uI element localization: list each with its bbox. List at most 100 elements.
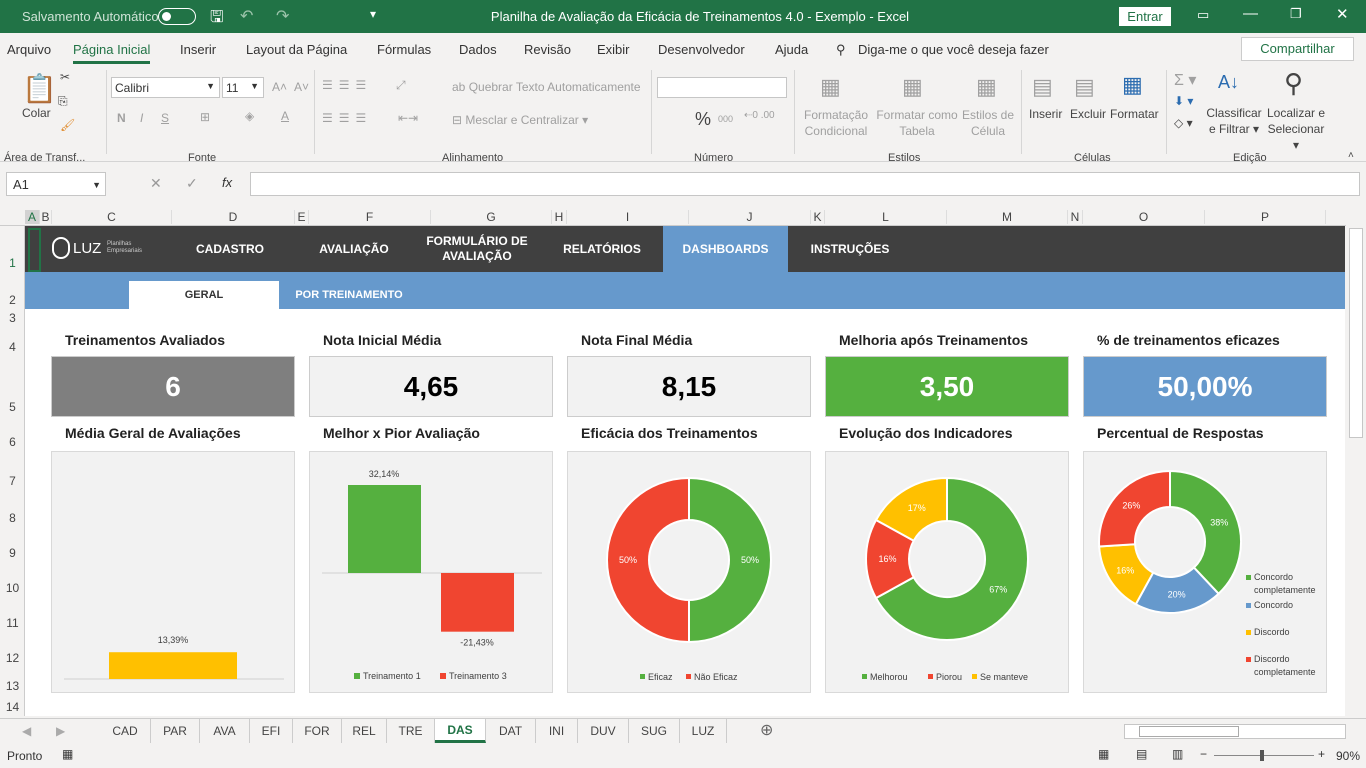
sheet-tab-for[interactable]: FOR xyxy=(293,719,342,743)
clear-icon[interactable]: ◇ ▾ xyxy=(1174,116,1193,130)
find-select-button[interactable]: Localizar e Selecionar ▾ xyxy=(1264,105,1328,153)
tab-dados[interactable]: Dados xyxy=(459,42,497,57)
collapse-ribbon-icon[interactable]: ˄ xyxy=(1348,150,1354,161)
autosave-toggle[interactable] xyxy=(158,8,196,25)
delete-cells-button[interactable]: Excluir xyxy=(1070,107,1106,121)
conditional-format-icon[interactable]: ▦ xyxy=(820,74,841,100)
enter-icon[interactable]: ✓ xyxy=(186,175,198,192)
share-button[interactable]: Compartilhar xyxy=(1241,37,1354,61)
tab-formulas[interactable]: Fórmulas xyxy=(377,42,431,57)
row-header[interactable]: 11 xyxy=(0,616,25,630)
horizontal-scrollbar[interactable] xyxy=(1124,724,1346,739)
sheet-tab-ava[interactable]: AVA xyxy=(200,719,250,743)
name-box[interactable]: A1 ▼ xyxy=(6,172,106,196)
delete-cells-icon[interactable]: ▤ xyxy=(1074,74,1095,100)
vertical-scrollbar[interactable] xyxy=(1347,208,1366,716)
indent-icons[interactable]: ⇤⇥ xyxy=(398,111,418,125)
row-header[interactable]: 6 xyxy=(0,435,25,449)
wrap-text-button[interactable]: ab Quebrar Texto Automaticamente xyxy=(452,80,641,94)
row-header[interactable]: 8 xyxy=(0,511,25,525)
sheet-tab-cad[interactable]: CAD xyxy=(100,719,151,743)
column-header[interactable]: B xyxy=(40,210,52,224)
sheet-tab-par[interactable]: PAR xyxy=(151,719,200,743)
nav-dashboards[interactable]: DASHBOARDS xyxy=(663,226,788,272)
nav-cadastro[interactable]: CADASTRO xyxy=(175,226,285,272)
new-sheet-button[interactable]: ⊕ xyxy=(760,720,773,740)
row-header[interactable]: 7 xyxy=(0,474,25,488)
restore-button[interactable]: ❐ xyxy=(1290,6,1302,22)
fill-icon[interactable]: ⬇ ▾ xyxy=(1174,94,1193,108)
sort-filter-icon[interactable]: A↓ xyxy=(1218,72,1239,93)
normal-view-icon[interactable]: ▦ xyxy=(1098,747,1109,761)
column-header[interactable]: L xyxy=(825,210,947,224)
next-sheet-icon[interactable]: ▶ xyxy=(56,724,65,738)
vertical-scroll-thumb[interactable] xyxy=(1349,228,1363,438)
zoom-slider-thumb[interactable] xyxy=(1260,750,1264,761)
orientation-icon[interactable]: ⤢ xyxy=(396,78,406,93)
row-header[interactable]: 10 xyxy=(0,581,25,595)
sheet-tab-duv[interactable]: DUV xyxy=(578,719,629,743)
cancel-icon[interactable]: ✕ xyxy=(150,175,162,192)
fill-color-icon[interactable]: ◈ xyxy=(245,109,254,123)
copy-icon[interactable]: ⎘ xyxy=(58,94,68,109)
grow-font-icon[interactable]: A˄ xyxy=(272,80,287,94)
selected-cell-a1[interactable] xyxy=(28,228,41,272)
format-table-button[interactable]: Formatar como Tabela xyxy=(874,107,960,139)
nav-formulario[interactable]: FORMULÁRIO DE AVALIAÇÃO xyxy=(419,226,535,272)
sign-in-button[interactable]: Entrar xyxy=(1119,7,1171,26)
cut-icon[interactable]: ✂ xyxy=(60,70,70,84)
paste-icon[interactable]: 📋 xyxy=(22,72,57,105)
paste-button[interactable]: Colar xyxy=(22,106,51,120)
row-header[interactable]: 2 xyxy=(0,293,25,307)
column-header[interactable]: J xyxy=(689,210,811,224)
column-header[interactable]: O xyxy=(1083,210,1205,224)
column-header[interactable]: A xyxy=(25,210,40,224)
sheet-tab-dat[interactable]: DAT xyxy=(486,719,536,743)
nav-avaliacao[interactable]: AVALIAÇÃO xyxy=(299,226,409,272)
row-header[interactable]: 13 xyxy=(0,679,25,693)
font-color-icon[interactable]: A xyxy=(281,109,289,123)
horizontal-scroll-thumb[interactable] xyxy=(1139,726,1239,737)
format-cells-icon[interactable]: ▦ xyxy=(1122,72,1143,98)
thousands-icon[interactable]: 000 xyxy=(718,114,733,124)
tab-arquivo[interactable]: Arquivo xyxy=(7,42,51,57)
sheet-tab-ini[interactable]: INI xyxy=(536,719,578,743)
row-header[interactable]: 1 xyxy=(0,256,25,270)
percent-icon[interactable]: % xyxy=(695,109,711,130)
merge-center-button[interactable]: ⊟ Mesclar e Centralizar ▾ xyxy=(452,113,588,127)
tab-exibir[interactable]: Exibir xyxy=(597,42,630,57)
tab-layout[interactable]: Layout da Página xyxy=(246,42,347,57)
insert-cells-button[interactable]: Inserir xyxy=(1029,107,1062,121)
format-table-icon[interactable]: ▦ xyxy=(902,74,923,100)
column-header[interactable]: E xyxy=(295,210,309,224)
nav-instrucoes[interactable]: INSTRUÇÕES xyxy=(795,226,905,272)
minimize-button[interactable]: — xyxy=(1243,5,1258,22)
tell-me-input[interactable]: Diga-me o que você deseja fazer xyxy=(858,42,1049,57)
sheet-tab-sug[interactable]: SUG xyxy=(629,719,680,743)
tab-revisao[interactable]: Revisão xyxy=(524,42,571,57)
underline-button[interactable]: S xyxy=(161,111,169,125)
italic-button[interactable]: I xyxy=(140,111,143,125)
column-header[interactable]: N xyxy=(1068,210,1083,224)
column-header[interactable]: G xyxy=(431,210,552,224)
subnav-geral[interactable]: GERAL xyxy=(129,281,279,310)
nav-relatorios[interactable]: RELATÓRIOS xyxy=(547,226,657,272)
tab-ajuda[interactable]: Ajuda xyxy=(775,42,808,57)
zoom-slider[interactable] xyxy=(1214,750,1314,761)
borders-icon[interactable]: ⊞ xyxy=(200,110,210,124)
find-select-icon[interactable]: ⚲ xyxy=(1284,68,1303,99)
format-painter-icon[interactable]: 🖌 xyxy=(60,118,75,132)
page-layout-view-icon[interactable]: ▤ xyxy=(1136,747,1147,761)
column-header[interactable]: F xyxy=(309,210,431,224)
undo-icon[interactable]: ↶ xyxy=(240,6,253,26)
macro-record-icon[interactable]: ▦ xyxy=(62,747,73,761)
format-cells-button[interactable]: Formatar xyxy=(1110,107,1159,121)
row-header[interactable]: 12 xyxy=(0,651,25,665)
number-format-select[interactable] xyxy=(657,77,787,98)
customize-qat-icon[interactable]: ▾ xyxy=(370,7,376,21)
ribbon-display-icon[interactable]: ▭ xyxy=(1197,7,1209,23)
vertical-align-icons[interactable]: ☰☰☰ xyxy=(322,78,372,92)
column-header[interactable]: D xyxy=(172,210,295,224)
subnav-por-treinamento[interactable]: POR TREINAMENTO xyxy=(289,281,409,310)
row-header[interactable]: 3 xyxy=(0,311,25,325)
